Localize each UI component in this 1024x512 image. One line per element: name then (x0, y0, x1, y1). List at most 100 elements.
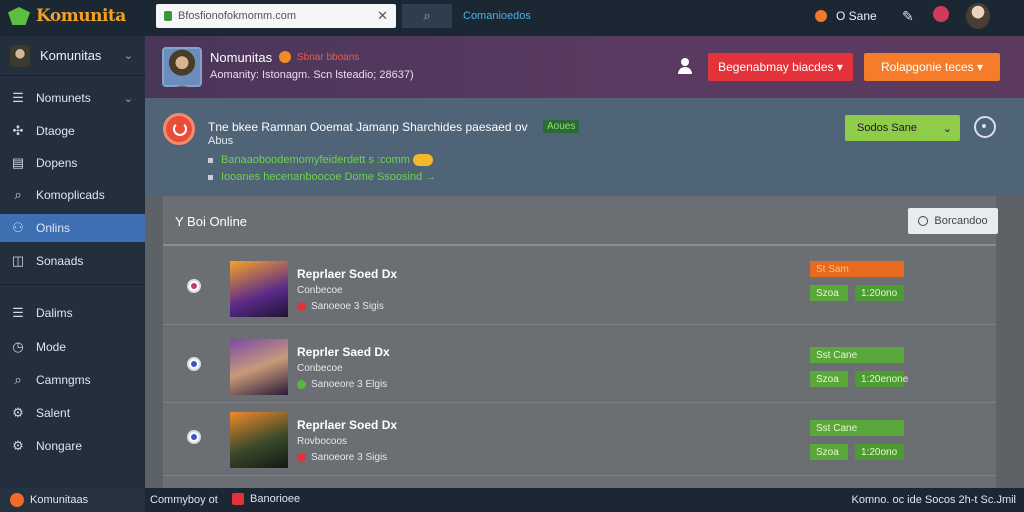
sidebar-item-nomunets[interactable]: ☰ Nomunets ⌄ (0, 84, 145, 112)
sidebar-item-salent[interactable]: ⚙ Salent (0, 399, 145, 427)
sidebar-header[interactable]: Komunitas ⌄ (0, 36, 145, 76)
notice-line[interactable]: Iooanes hecenanboocoe Dome Ssoosind → (208, 171, 436, 183)
sidebar-item-onlins[interactable]: ⚇ Onlins (0, 214, 145, 242)
dropdown-button-red[interactable]: Begenabmay biacdes ▾ (708, 53, 853, 81)
link-icon (918, 216, 929, 226)
sidebar-item-label: Sonaads (36, 254, 84, 268)
notice-title: Tne bkee Ramnan Ooemat Jamanp Sharchides… (208, 120, 528, 134)
search-value: Bfosfionofokmomm.com (178, 10, 296, 22)
game-thumbnail[interactable] (230, 261, 288, 317)
item-name: Reprlaer Soed Dx (297, 267, 398, 281)
item-meta-text: Sanoeore 3 Sigis (311, 452, 388, 463)
status-badge: St Sam (810, 261, 904, 277)
status-dot-icon (297, 380, 306, 389)
sidebar-item-dalims[interactable]: ☰ Dalims (0, 299, 145, 327)
sidebar-item-dtaoge[interactable]: ✣ Dtaoge (0, 117, 145, 145)
gear-icon: ⚙ (12, 405, 24, 420)
list-icon: ☰ (12, 90, 24, 105)
chevron-down-icon: ⌄ (123, 50, 133, 62)
list-item[interactable]: Reprlaer Soed Dx Rovbocoos Sanoeore 3 Si… (163, 404, 996, 476)
status-text[interactable]: O Sane (836, 9, 877, 23)
top-bar: Komunita Bfosfionofokmomm.com ✕ ⌕ Comani… (0, 0, 1024, 36)
sidebar-item-dopens[interactable]: ▤ Dopens (0, 149, 145, 177)
radio-button[interactable] (187, 430, 201, 444)
caret-down-icon: ▾ (977, 60, 984, 74)
item-meta-text: Sanoeore 3 Elgis (311, 379, 388, 390)
user-icon[interactable] (678, 58, 692, 74)
game-thumbnail[interactable] (230, 339, 288, 395)
profile-avatar[interactable] (162, 47, 202, 87)
sidebar-item-komoplicads[interactable]: ⌕ Komoplicads (0, 181, 145, 209)
count-badge: Szoa (810, 444, 848, 460)
sidebar-item-label: Nomunets (36, 91, 91, 105)
bottom-bar: Komunitaas Commyboy ot Banorioee Komno. … (0, 488, 1024, 512)
refresh-icon[interactable] (974, 116, 996, 138)
sidebar-item-label: Dalims (36, 306, 73, 320)
list-item[interactable]: Reprlaer Soed Dx Conbecoe Sanoeoe 3 Sigi… (163, 253, 996, 325)
logo-text: Komunita (36, 6, 126, 26)
button-label: Rolapgonie teces (880, 60, 974, 74)
time-badge: 1:20ono (855, 285, 904, 301)
item-subtitle: Conbecoe (297, 285, 343, 296)
close-icon[interactable]: ✕ (377, 8, 388, 24)
search-button[interactable]: ⌕ (402, 4, 452, 28)
clock-icon: ◷ (12, 339, 24, 354)
profile-banner: Nomunitas Sbnar bboans Aomanity: Istonag… (145, 36, 1024, 98)
toggle-icon (412, 154, 433, 167)
top-link[interactable]: Comanioedos (463, 10, 531, 22)
site-logo[interactable]: Komunita (8, 6, 126, 26)
dropdown-button-orange[interactable]: Rolapgonie teces ▾ (864, 53, 1000, 81)
sidebar-item-mode[interactable]: ◷ Mode (0, 333, 145, 361)
notice-subtitle: Abus (208, 135, 234, 147)
list-action-button[interactable]: Borcandoo (908, 208, 998, 234)
game-thumbnail[interactable] (230, 412, 288, 468)
bullet-icon (208, 157, 213, 163)
caret-down-icon: ▾ (836, 60, 843, 74)
chevron-down-icon: ⌄ (123, 92, 133, 105)
sidebar-item-label: Mode (36, 340, 67, 354)
time-badge: 1:20ono (855, 444, 904, 460)
notification-icon[interactable] (933, 6, 949, 22)
sidebar-item-label: Salent (36, 406, 71, 420)
item-meta-text: Sanoeoe 3 Sigis (311, 301, 384, 312)
bottom-bar-brand[interactable]: Komunitaas (0, 488, 145, 512)
footer-info: Komno. oc ide Socos 2h-t Sc.Jmil (851, 494, 1016, 506)
notice-line-text: Banaaoboodemomyfeiderdett s :comm (221, 154, 410, 166)
community-avatar (10, 44, 30, 67)
sidebar-item-sonaads[interactable]: ◫ Sonaads (0, 247, 145, 275)
sidebar: Komunitas ⌄ ☰ Nomunets ⌄ ✣ Dtaoge ▤ Dope… (0, 36, 145, 488)
list-item[interactable]: Reprler Saed Dx Conbecoe Sanoeore 3 Elgi… (163, 331, 996, 403)
radio-button[interactable] (187, 357, 201, 371)
notice-line[interactable]: Banaaoboodemomyfeiderdett s :comm (208, 154, 433, 167)
status-dot-icon (297, 302, 306, 311)
item-meta: Sanoeore 3 Sigis (297, 452, 387, 463)
radio-button[interactable] (187, 279, 201, 293)
item-name: Reprlaer Soed Dx (297, 418, 398, 432)
puzzle-icon: ✣ (12, 123, 24, 138)
item-meta: Sanoeoe 3 Sigis (297, 301, 384, 312)
bottom-bar-item[interactable]: Banorioee (232, 493, 300, 505)
flag-icon (232, 493, 244, 505)
status-select[interactable]: Sodos Sane ⌄ (845, 115, 960, 141)
notice-line-text: Iooanes hecenanboocoe Dome Ssoosind (221, 171, 423, 183)
main-content: Y Boi Online Borcandoo Reprlaer Soed Dx … (145, 196, 1024, 488)
bottom-bar-link[interactable]: Commyboy ot (150, 494, 218, 506)
search-input[interactable]: Bfosfionofokmomm.com ✕ (156, 4, 396, 28)
lock-icon (164, 11, 172, 21)
online-list: Y Boi Online Borcandoo Reprlaer Soed Dx … (163, 196, 998, 488)
sidebar-item-label: Nongare (36, 439, 83, 453)
sidebar-item-nongare[interactable]: ⚙ Nongare (0, 432, 145, 460)
sidebar-item-camngms[interactable]: ⌕ Camngms (0, 366, 145, 394)
bottom-bar-item-label: Banorioee (250, 493, 301, 505)
list-title: Y Boi Online (175, 214, 248, 229)
status-badge: Sst Cane (810, 347, 904, 363)
edit-icon[interactable]: ✎ (902, 8, 914, 25)
arrow-right-icon: → (425, 171, 437, 183)
chevron-down-icon: ⌄ (942, 122, 952, 135)
leaf-logo-icon (8, 7, 30, 25)
search-icon: ⌕ (14, 187, 22, 202)
logo-icon (10, 493, 24, 507)
count-badge: Szoa (810, 285, 848, 301)
user-avatar[interactable] (966, 3, 990, 29)
item-subtitle: Rovbocoos (297, 436, 348, 447)
